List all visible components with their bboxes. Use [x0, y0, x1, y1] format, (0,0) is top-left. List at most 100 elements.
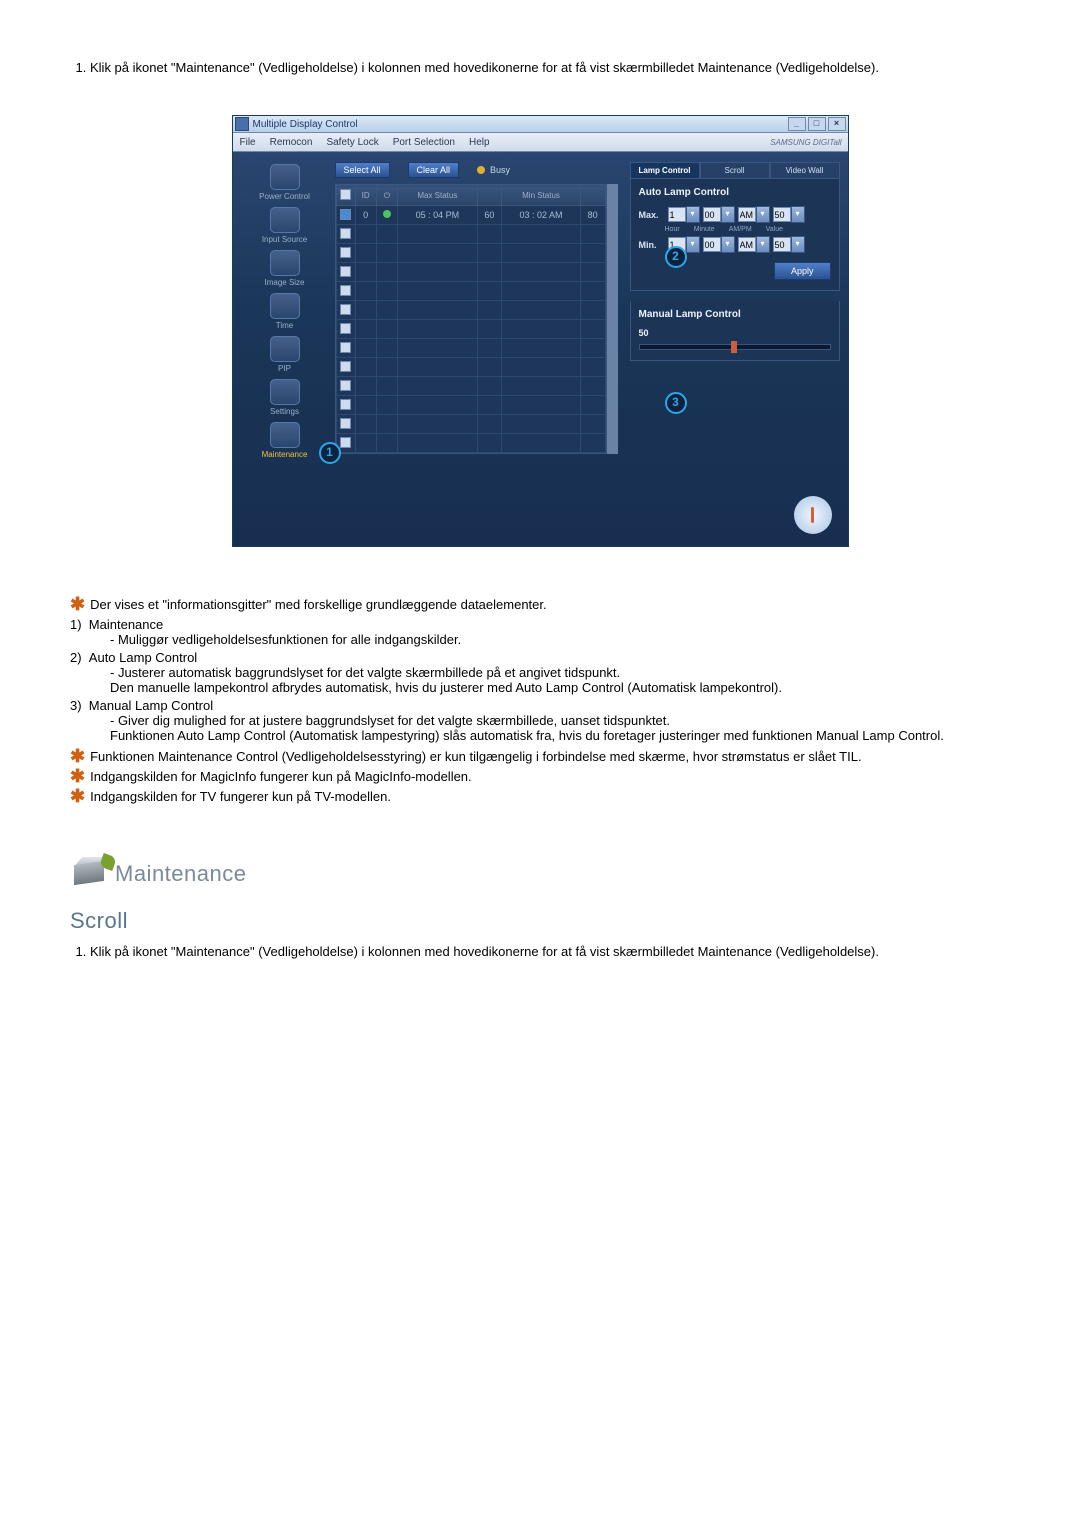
sidebar-label: Time [241, 321, 329, 330]
sidebar-item-power[interactable]: Power Control [241, 162, 329, 203]
busy-indicator: Busy [477, 165, 510, 175]
menu-remocon[interactable]: Remocon [263, 137, 320, 148]
max-minute-input[interactable] [703, 207, 721, 222]
slider-thumb[interactable] [731, 341, 737, 353]
note-text: Funktionen Maintenance Control (Vedligeh… [90, 749, 861, 764]
min-minute-input[interactable] [703, 237, 721, 252]
menu-help[interactable]: Help [462, 137, 497, 148]
titlebar: Multiple Display Control _ □ × [233, 116, 848, 133]
select-all-button[interactable]: Select All [335, 162, 390, 178]
table-row [336, 339, 605, 358]
sidebar-item-input[interactable]: Input Source [241, 205, 329, 246]
item-title: Maintenance [89, 617, 163, 632]
time-icon [270, 293, 300, 319]
grid-scrollbar[interactable] [607, 184, 618, 454]
min-label: Min. [639, 240, 665, 250]
note-text: Indgangskilden for TV fungerer kun på TV… [90, 789, 391, 804]
sidebar-item-pip[interactable]: PIP [241, 334, 329, 375]
table-row [336, 434, 605, 453]
manual-lamp-panel: Manual Lamp Control 50 [630, 301, 840, 361]
minimize-button[interactable]: _ [788, 117, 806, 131]
sidebar-item-time[interactable]: Time [241, 291, 329, 332]
max-ampm-input[interactable] [738, 207, 756, 222]
data-grid: ID ⏻ Max Status Min Status 0 05 : 04 PM [335, 184, 607, 454]
max-value-input[interactable] [773, 207, 791, 222]
table-row [336, 358, 605, 377]
apply-button[interactable]: Apply [774, 262, 831, 280]
table-row [336, 396, 605, 415]
dropdown-icon[interactable]: ▾ [721, 206, 735, 223]
col-maxv [477, 186, 502, 206]
tab-video-wall[interactable]: Video Wall [770, 162, 840, 179]
close-button[interactable]: × [828, 117, 846, 131]
numbered-list: 1) Maintenance - Muliggør vedligeholdels… [70, 617, 1010, 743]
clear-all-button[interactable]: Clear All [408, 162, 460, 178]
brand-label: SAMSUNG DIGITall [770, 138, 847, 147]
sidebar-label: Power Control [241, 192, 329, 201]
table-row[interactable]: 0 05 : 04 PM 60 03 : 02 AM 80 [336, 206, 605, 225]
callout-1: 1 [319, 442, 341, 464]
image-icon [270, 250, 300, 276]
star-icon [70, 748, 85, 764]
item-title: Manual Lamp Control [89, 698, 213, 713]
menu-port-selection[interactable]: Port Selection [386, 137, 462, 148]
sidebar-item-image[interactable]: Image Size [241, 248, 329, 289]
dropdown-icon[interactable]: ▾ [721, 236, 735, 253]
section-maintenance: Maintenance [70, 855, 1010, 893]
maintenance-icon [270, 422, 300, 448]
maximize-button[interactable]: □ [808, 117, 826, 131]
item-num: 1) [70, 617, 82, 632]
item-body: - Justerer automatisk baggrundslyset for… [110, 665, 1010, 695]
menu-file[interactable]: File [233, 137, 263, 148]
sidebar-item-maintenance[interactable]: Maintenance [241, 420, 329, 461]
table-row [336, 301, 605, 320]
callout-2: 2 [665, 246, 687, 268]
sidebar-label: Input Source [241, 235, 329, 244]
menu-safety-lock[interactable]: Safety Lock [319, 137, 385, 148]
item-num: 3) [70, 698, 82, 713]
sidebar-item-settings[interactable]: Settings [241, 377, 329, 418]
item-body: - Muliggør vedligeholdelsesfunktionen fo… [110, 632, 1010, 647]
input-icon [270, 207, 300, 233]
star-icon [70, 596, 85, 612]
auto-lamp-panel: Auto Lamp Control Max. ▾ ▾ ▾ ▾ Hour Minu… [630, 179, 840, 291]
app-window: Multiple Display Control _ □ × File Remo… [232, 115, 849, 547]
warning-icon [794, 496, 832, 534]
dropdown-icon[interactable]: ▾ [791, 236, 805, 253]
power-icon [270, 164, 300, 190]
sidebar: Power Control Input Source Image Size Ti… [241, 162, 329, 536]
min-ampm-input[interactable] [738, 237, 756, 252]
table-row [336, 282, 605, 301]
max-label: Max. [639, 210, 665, 220]
note-text: Der vises et "informationsgitter" med fo… [90, 597, 547, 612]
table-row [336, 263, 605, 282]
dropdown-icon[interactable]: ▾ [756, 236, 770, 253]
min-value-input[interactable] [773, 237, 791, 252]
col-value: Value [766, 226, 783, 233]
col-power: ⏻ [376, 186, 397, 206]
dropdown-icon[interactable]: ▾ [791, 206, 805, 223]
sidebar-label: Image Size [241, 278, 329, 287]
tab-lamp-control[interactable]: Lamp Control [630, 162, 700, 179]
col-minute: Minute [694, 226, 715, 233]
callout-3: 3 [665, 392, 687, 414]
table-row [336, 377, 605, 396]
col-check[interactable] [336, 186, 355, 206]
app-icon [235, 117, 249, 131]
max-hour-input[interactable] [668, 207, 686, 222]
table-row [336, 244, 605, 263]
scroll-heading: Scroll [70, 908, 1010, 934]
col-maxstatus: Max Status [398, 186, 478, 206]
sidebar-label: Settings [241, 407, 329, 416]
manual-slider[interactable] [639, 344, 831, 350]
dropdown-icon[interactable]: ▾ [686, 206, 700, 223]
dropdown-icon[interactable]: ▾ [686, 236, 700, 253]
item-body: - Giver dig mulighed for at justere bagg… [110, 713, 1010, 743]
dropdown-icon[interactable]: ▾ [756, 206, 770, 223]
section-title: Maintenance [115, 861, 246, 887]
tab-scroll[interactable]: Scroll [700, 162, 770, 179]
note-text: Indgangskilden for MagicInfo fungerer ku… [90, 769, 472, 784]
settings-icon [270, 379, 300, 405]
col-minv [580, 186, 605, 206]
auto-lamp-title: Auto Lamp Control [639, 187, 730, 198]
